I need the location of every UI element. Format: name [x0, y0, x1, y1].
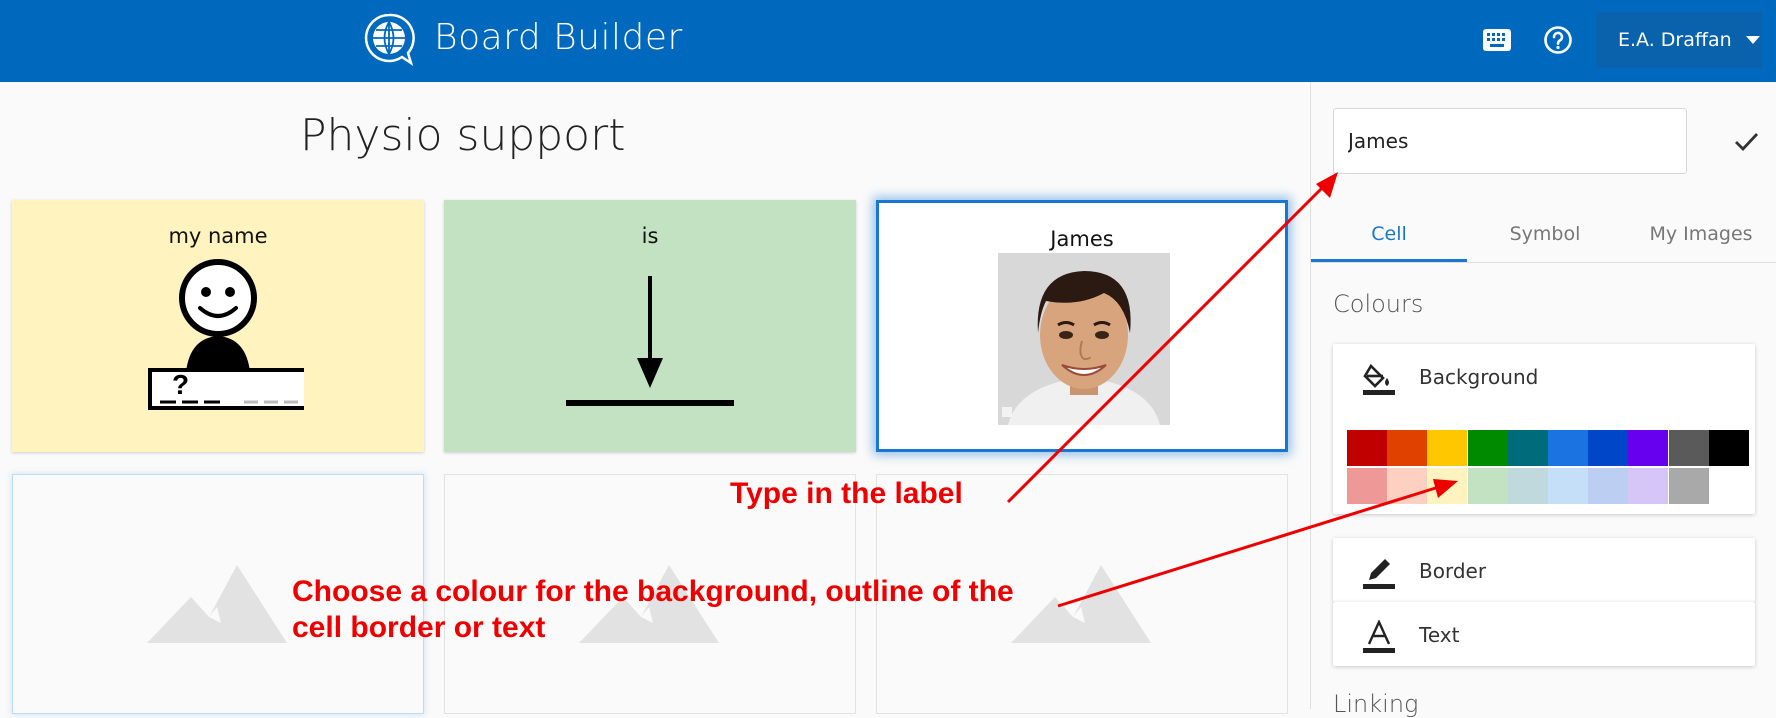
colour-swatch[interactable]: [1347, 430, 1387, 466]
image-placeholder-icon: [147, 565, 287, 643]
help-icon[interactable]: [1543, 25, 1573, 55]
tab-cell[interactable]: Cell: [1311, 206, 1467, 262]
svg-text:?: ?: [172, 369, 189, 400]
board-title: Physio support: [300, 110, 626, 161]
colour-swatch[interactable]: [1507, 430, 1548, 466]
colour-swatch[interactable]: [1427, 468, 1468, 504]
colour-swatch[interactable]: [1548, 468, 1588, 504]
colour-swatch[interactable]: [1708, 430, 1749, 466]
colour-swatch[interactable]: [1387, 430, 1428, 466]
colour-swatch[interactable]: [1588, 430, 1629, 466]
tab-symbol[interactable]: Symbol: [1467, 206, 1623, 262]
annotation-label-hint: Type in the label: [730, 477, 963, 510]
background-colour-row[interactable]: Background: [1333, 344, 1755, 408]
board-cell-james[interactable]: James: [876, 200, 1288, 452]
colour-swatch[interactable]: [1347, 468, 1387, 504]
annotation-colour-hint-line2: cell border or text: [292, 611, 546, 644]
cell-label: is: [641, 224, 659, 248]
colour-swatch[interactable]: [1668, 430, 1709, 466]
colour-swatch[interactable]: [1467, 468, 1508, 504]
colour-swatch[interactable]: [1668, 468, 1709, 504]
user-menu-button[interactable]: E.A. Draffan: [1596, 12, 1762, 68]
tab-my-images[interactable]: My Images: [1623, 206, 1776, 262]
cell-label: James: [1050, 227, 1114, 251]
background-colour-panel: Background: [1333, 344, 1755, 514]
user-name: E.A. Draffan: [1618, 29, 1732, 51]
image-placeholder-icon: [1011, 565, 1151, 643]
colour-swatch[interactable]: [1387, 468, 1428, 504]
chevron-down-icon: [1745, 36, 1760, 44]
border-label: Border: [1419, 559, 1487, 583]
photo-of-man-image: [998, 253, 1170, 425]
app-title: Board Builder: [434, 17, 683, 58]
checkmark-icon[interactable]: [1731, 126, 1761, 156]
person-name-symbol-icon: ?: [148, 259, 304, 410]
text-colour-icon: [1363, 620, 1395, 653]
globe-logo-icon[interactable]: [362, 12, 416, 66]
text-colour-panel[interactable]: Text: [1333, 602, 1755, 666]
text-label: Text: [1419, 623, 1460, 647]
editor-tabs: Cell Symbol My Images: [1311, 206, 1776, 263]
keyboard-icon[interactable]: [1483, 29, 1511, 51]
colour-swatch[interactable]: [1427, 430, 1468, 466]
board-cell-is[interactable]: is: [444, 200, 856, 452]
top-bar: Board Builder E.A. Draffan: [0, 0, 1776, 82]
cell-label-input[interactable]: [1333, 108, 1687, 174]
paint-bucket-icon: [1363, 363, 1395, 395]
border-colour-panel[interactable]: Border: [1333, 538, 1755, 602]
colour-swatch[interactable]: [1588, 468, 1629, 504]
annotation-colour-hint-line1: Choose a colour for the background, outl…: [292, 575, 1014, 608]
colour-swatch[interactable]: [1628, 468, 1669, 504]
colour-swatch[interactable]: [1708, 468, 1749, 504]
colour-swatch[interactable]: [1628, 430, 1669, 466]
colour-swatch[interactable]: [1548, 430, 1588, 466]
colours-heading: Colours: [1333, 290, 1424, 318]
background-label: Background: [1419, 365, 1539, 389]
colour-swatch[interactable]: [1507, 468, 1548, 504]
board-cell-my-name[interactable]: my name ?: [12, 200, 424, 452]
linking-heading: Linking: [1333, 690, 1419, 718]
cell-label: my name: [168, 224, 268, 248]
pencil-icon: [1363, 559, 1395, 589]
arrow-down-to-line-icon: [566, 276, 734, 406]
colour-swatch[interactable]: [1467, 430, 1508, 466]
cell-editor-sidebar: Cell Symbol My Images Colours Background…: [1310, 82, 1776, 718]
